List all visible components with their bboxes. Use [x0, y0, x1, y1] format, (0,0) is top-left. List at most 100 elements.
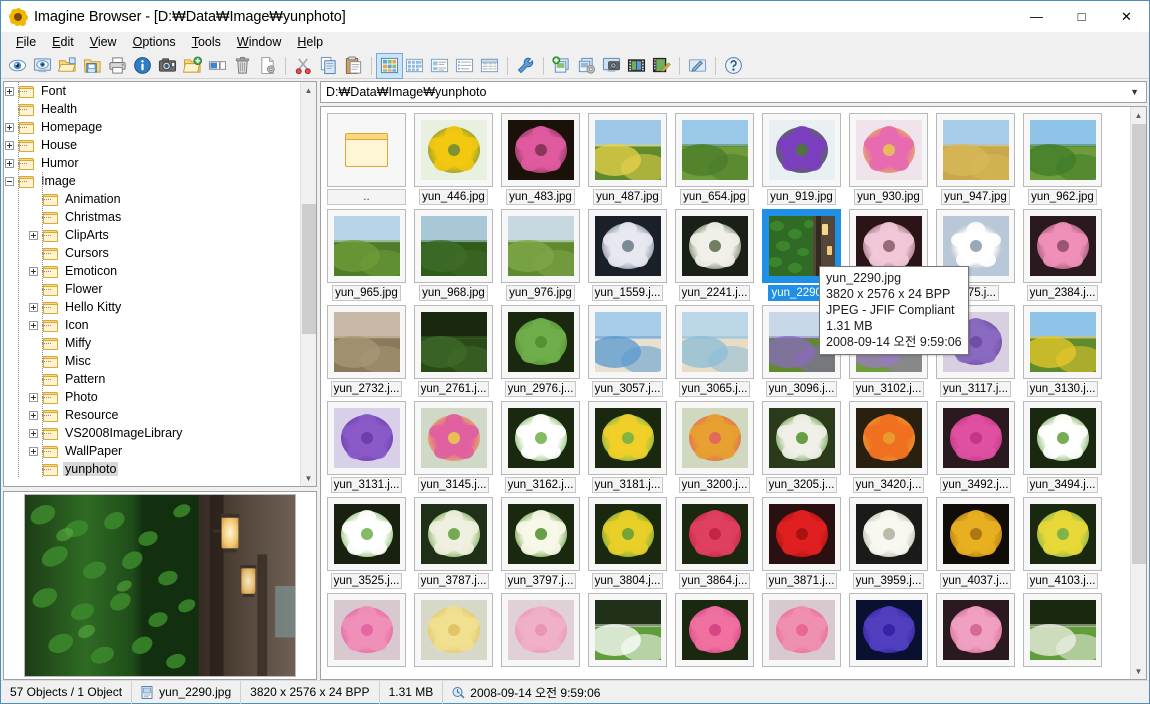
thumbnail-item[interactable]: yun_919.jpg — [762, 113, 841, 205]
thumbnail-item[interactable] — [414, 593, 493, 667]
folder-tree[interactable]: Font Health Homepage House Humor Image Animati… — [4, 82, 300, 486]
thumbnail-parent-folder[interactable]: .. — [327, 113, 406, 205]
batch-convert-icon[interactable] — [549, 54, 574, 78]
tree-expand-icon[interactable] — [29, 302, 38, 312]
delete-icon[interactable] — [230, 54, 255, 78]
chevron-down-icon[interactable]: ▼ — [1130, 82, 1139, 102]
menu-help[interactable]: Help — [289, 33, 331, 52]
tree-scroll-up-icon[interactable]: ▲ — [300, 82, 316, 98]
tree-item-font[interactable]: Font — [4, 82, 300, 100]
tree-expand-icon[interactable] — [29, 446, 38, 456]
thumbnail-item[interactable]: yun_3871.j... — [762, 497, 841, 589]
help-icon[interactable] — [721, 54, 746, 78]
thumbnail-item[interactable]: yun_4103.j... — [1023, 497, 1102, 589]
thumbnail-item[interactable]: yun_3494.j... — [1023, 401, 1102, 493]
address-bar[interactable]: D:₩Data₩Image₩yunphoto ▼ — [320, 81, 1147, 103]
editor-icon[interactable] — [685, 54, 710, 78]
thumbnail-item[interactable]: yun_2241.j... — [675, 209, 754, 301]
close-button[interactable]: ✕ — [1104, 1, 1149, 32]
tree-item-image[interactable]: Image — [4, 172, 300, 190]
tree-scroll-thumb[interactable] — [302, 204, 316, 334]
capture-icon[interactable] — [155, 54, 180, 78]
cut-icon[interactable] — [291, 54, 316, 78]
thumbnail-item[interactable]: yun_3804.j... — [588, 497, 667, 589]
menu-view[interactable]: View — [82, 33, 125, 52]
view-screen-icon[interactable] — [30, 54, 55, 78]
thumbnail-item[interactable]: yun_3145.j... — [414, 401, 493, 493]
animation-editor-icon[interactable] — [649, 54, 674, 78]
thumbnail-view[interactable]: .. yun_446.jpg yun_483.jpg yun_487.jpg yun_6… — [321, 107, 1130, 679]
tree-expand-icon[interactable] — [29, 320, 38, 330]
thumbnail-item[interactable]: yun_3057.j... — [588, 305, 667, 397]
thumbnail-item[interactable]: yun_2976.j... — [501, 305, 580, 397]
thumbnail-item[interactable]: yun_965.jpg — [327, 209, 406, 301]
info-icon[interactable] — [130, 54, 155, 78]
open-folder-icon[interactable] — [55, 54, 80, 78]
thumbnail-item[interactable]: yun_487.jpg — [588, 113, 667, 205]
tree-item-humor[interactable]: Humor — [4, 154, 300, 172]
thumbnail-item[interactable]: yun_3205.j... — [762, 401, 841, 493]
thumbnails-vertical-scrollbar[interactable]: ▲ ▼ — [1130, 107, 1146, 679]
thumbnail-item[interactable] — [588, 593, 667, 667]
print-icon[interactable] — [105, 54, 130, 78]
view-thumbnails-icon[interactable] — [376, 52, 403, 79]
thumbnail-item[interactable]: yun_3200.j... — [675, 401, 754, 493]
thumbnail-item[interactable]: yun_3065.j... — [675, 305, 754, 397]
view-details-icon[interactable] — [477, 54, 502, 78]
thumbnail-item[interactable]: yun_3130.j... — [1023, 305, 1102, 397]
thumbnail-item[interactable] — [762, 593, 841, 667]
thumbnail-item[interactable]: yun_4037.j... — [936, 497, 1015, 589]
thumbnail-item[interactable]: yun_483.jpg — [501, 113, 580, 205]
thumbnail-item[interactable]: yun_947.jpg — [936, 113, 1015, 205]
preview-panel[interactable] — [3, 491, 317, 680]
thumbnail-item[interactable]: yun_3525.j... — [327, 497, 406, 589]
tree-vertical-scrollbar[interactable]: ▲ ▼ — [300, 82, 316, 486]
thumbnail-item[interactable]: yun_2384.j... — [1023, 209, 1102, 301]
tree-expand-icon[interactable] — [29, 266, 38, 276]
thumbnail-item[interactable] — [501, 593, 580, 667]
view-list-icon[interactable] — [452, 54, 477, 78]
new-folder-icon[interactable] — [180, 54, 205, 78]
thumbnail-item[interactable]: yun_3420.j... — [849, 401, 928, 493]
file-properties-icon[interactable] — [255, 54, 280, 78]
tree-scroll-down-icon[interactable]: ▼ — [300, 470, 316, 486]
thumbnail-item[interactable]: yun_2732.j... — [327, 305, 406, 397]
batch-process-icon[interactable] — [574, 54, 599, 78]
thumbnail-item[interactable]: yun_930.jpg — [849, 113, 928, 205]
thumbnail-item[interactable] — [1023, 593, 1102, 667]
menu-file[interactable]: File — [8, 33, 44, 52]
tree-expand-icon[interactable] — [5, 158, 14, 168]
tree-expand-icon[interactable] — [29, 392, 38, 402]
thumbnail-item[interactable]: yun_3162.j... — [501, 401, 580, 493]
menu-edit[interactable]: Edit — [44, 33, 82, 52]
menu-tools[interactable]: Tools — [184, 33, 229, 52]
rename-icon[interactable] — [205, 54, 230, 78]
contact-sheet-icon[interactable] — [624, 54, 649, 78]
paste-icon[interactable] — [341, 54, 366, 78]
tree-expand-icon[interactable] — [29, 230, 38, 240]
slideshow-icon[interactable] — [599, 54, 624, 78]
thumbnail-item[interactable]: yun_3797.j... — [501, 497, 580, 589]
thumbnail-item[interactable]: yun_962.jpg — [1023, 113, 1102, 205]
thumbnail-item[interactable]: yun_3864.j... — [675, 497, 754, 589]
maximize-button[interactable]: □ — [1059, 1, 1104, 32]
settings-icon[interactable] — [513, 54, 538, 78]
thumbnail-item[interactable]: yun_3181.j... — [588, 401, 667, 493]
save-folder-icon[interactable] — [80, 54, 105, 78]
tree-expand-icon[interactable] — [5, 86, 14, 96]
thumbnail-item[interactable]: yun_3787.j... — [414, 497, 493, 589]
thumbnail-item[interactable]: yun_2761.j... — [414, 305, 493, 397]
thumbnail-item[interactable] — [675, 593, 754, 667]
tree-expand-icon[interactable] — [29, 410, 38, 420]
thumbnail-item[interactable] — [936, 593, 1015, 667]
tree-item-health[interactable]: Health — [4, 100, 300, 118]
view-image-icon[interactable] — [5, 54, 30, 78]
tree-item-homepage[interactable]: Homepage — [4, 118, 300, 136]
menu-window[interactable]: Window — [229, 33, 289, 52]
thumbnail-item[interactable]: yun_1559.j... — [588, 209, 667, 301]
tree-item-house[interactable]: House — [4, 136, 300, 154]
thumbnail-item[interactable]: yun_976.jpg — [501, 209, 580, 301]
thumbnail-item[interactable]: yun_654.jpg — [675, 113, 754, 205]
thumbnail-item[interactable]: yun_446.jpg — [414, 113, 493, 205]
thumbnail-item[interactable] — [849, 593, 928, 667]
